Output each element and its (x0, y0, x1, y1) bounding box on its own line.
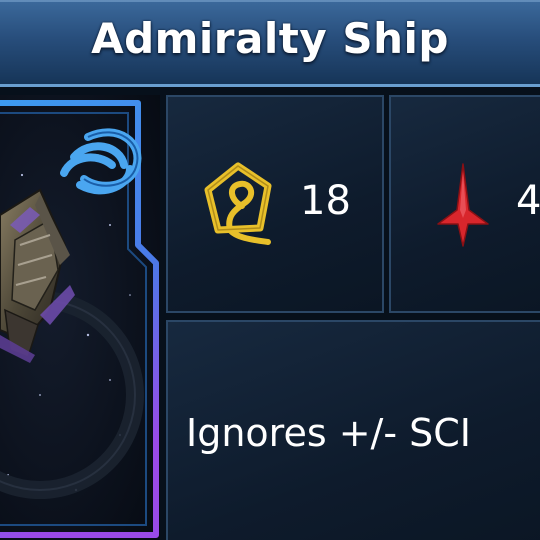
yellow-pentagon-swirl-icon (204, 162, 272, 245)
card-title: Admiralty Ship (91, 14, 449, 63)
attack-value: 4 (516, 178, 540, 224)
red-star-spike-icon (437, 163, 489, 247)
ability-text: Ignores +/- SCI (186, 411, 471, 455)
ship-portrait (0, 95, 160, 540)
ship-card[interactable]: Admiralty Ship 18 4 Ignores +/- SCI (0, 0, 540, 540)
cost-value: 18 (300, 178, 351, 224)
cost-panel (166, 95, 384, 313)
title-bar: Admiralty Ship (0, 0, 540, 87)
